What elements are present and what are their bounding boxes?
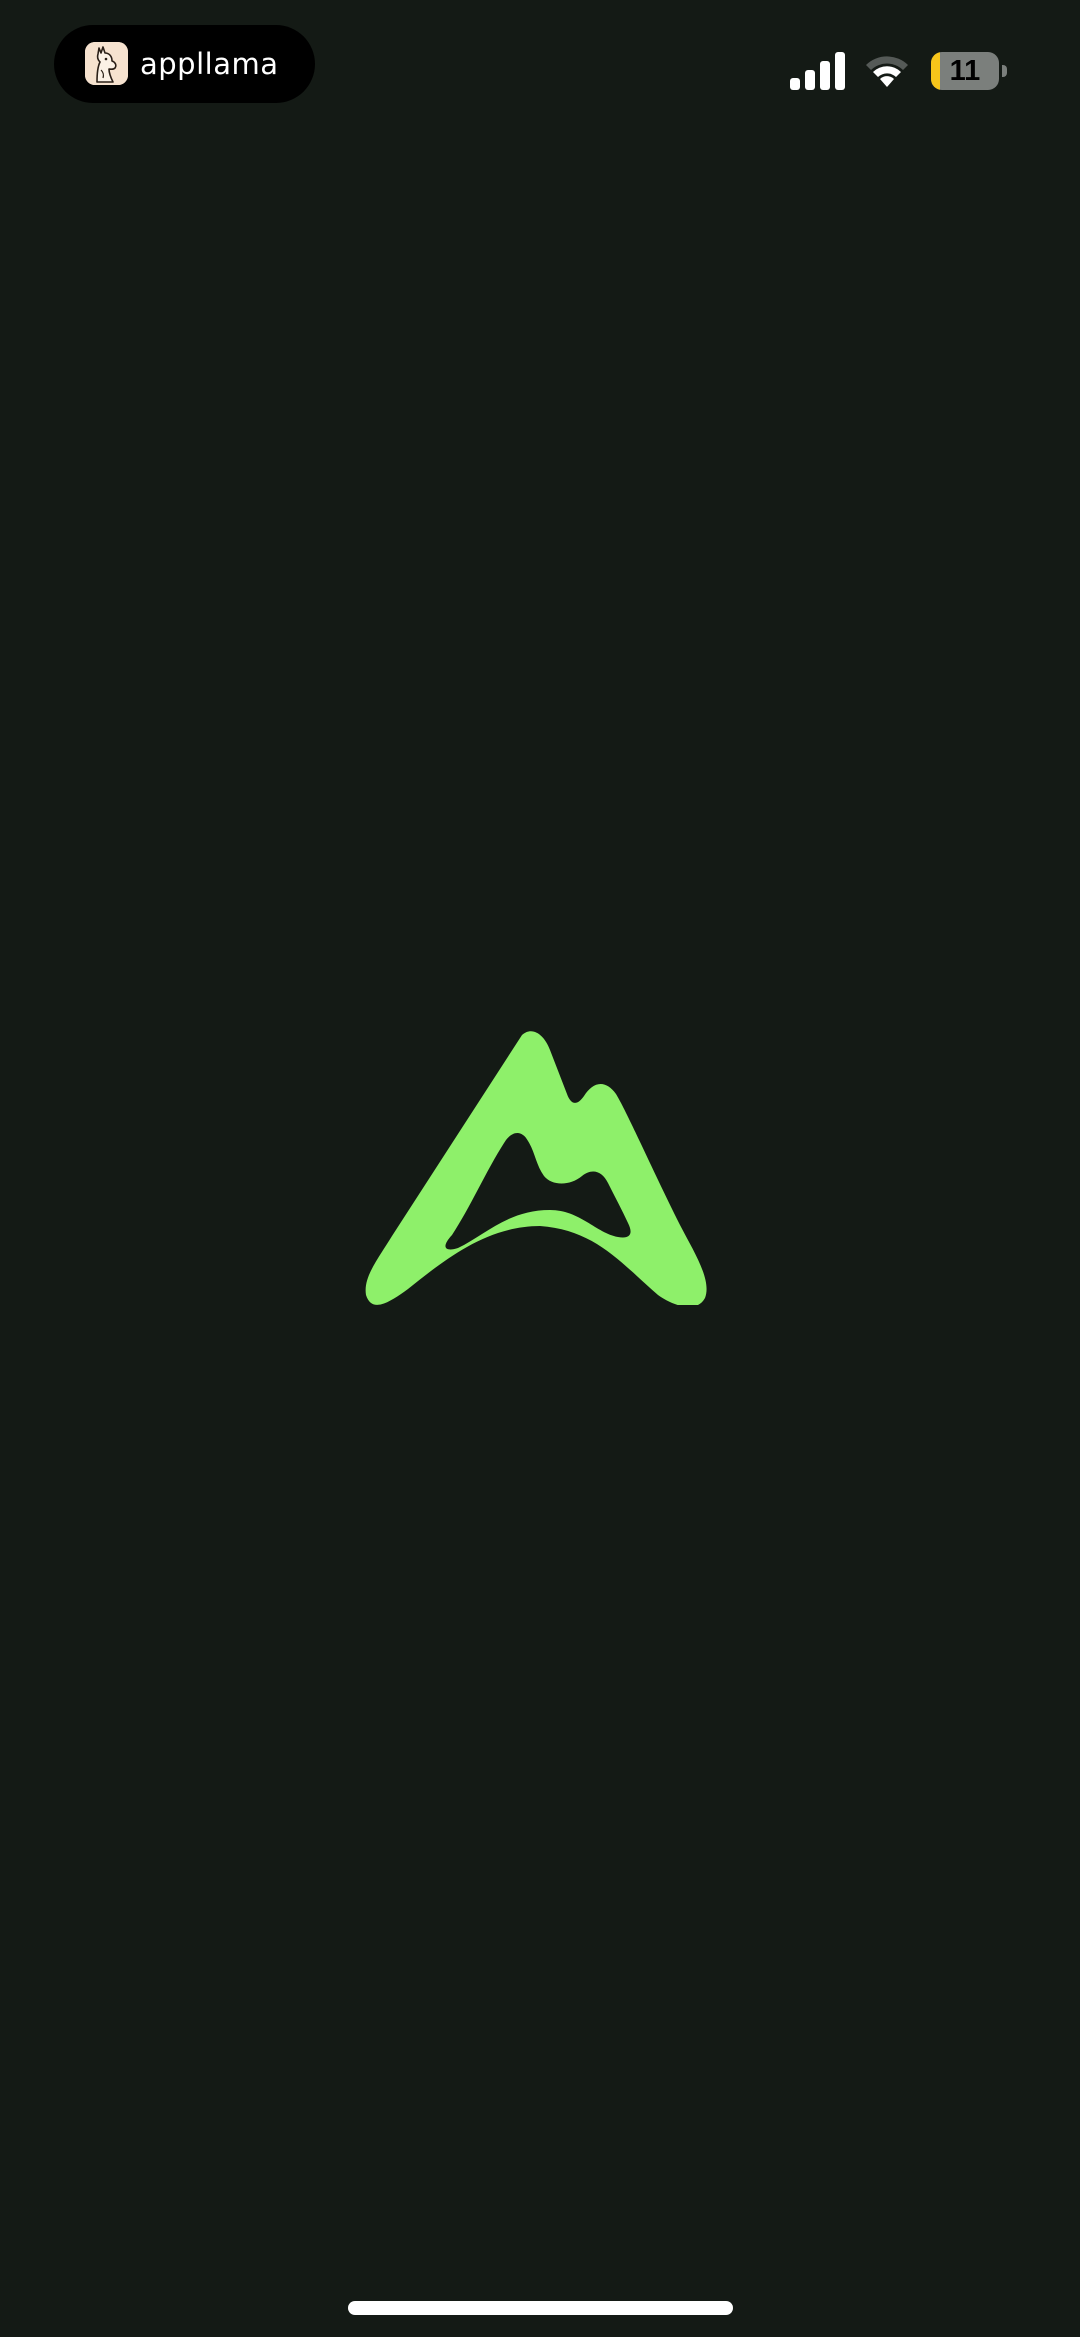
cellular-signal-icon [790, 52, 845, 90]
dynamic-island[interactable]: appllama [54, 25, 315, 103]
battery-body: 11 [931, 52, 999, 90]
wifi-icon [866, 56, 908, 87]
app-label: appllama [140, 47, 279, 81]
battery-cap [1002, 65, 1007, 77]
battery-indicator: 11 [931, 52, 1007, 90]
llama-icon [85, 42, 128, 85]
home-indicator[interactable] [348, 2301, 733, 2315]
splash-screen: appllama 11 [0, 0, 1080, 2337]
status-bar: appllama 11 [0, 0, 1080, 130]
battery-level: 11 [949, 55, 981, 87]
mountain-logo-icon [365, 1031, 707, 1305]
